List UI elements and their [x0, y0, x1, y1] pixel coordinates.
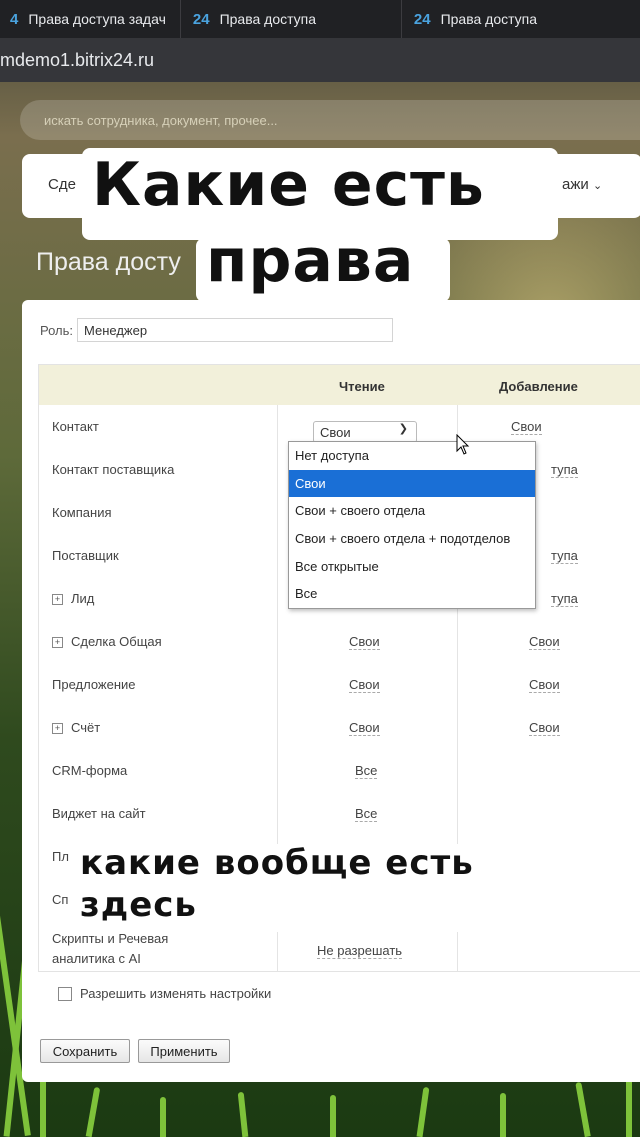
- caption-line-1: Какие есть: [92, 150, 485, 220]
- caption-line-3: какие вообще есть: [80, 843, 474, 883]
- allow-change-checkbox[interactable]: [58, 986, 72, 1001]
- row-label: Контакт: [52, 419, 99, 434]
- permission-dropdown-list: Нет доступа Свои Свои + своего отдела Св…: [288, 441, 536, 609]
- role-input[interactable]: Менеджер: [77, 318, 394, 342]
- browser-tab-bar: 4 Права доступа задач 24 Права доступа 2…: [0, 0, 640, 38]
- column-header-read: Чтение: [339, 379, 385, 394]
- row-label-text: Счёт: [71, 720, 101, 735]
- row-label: Контакт поставщика: [52, 462, 175, 477]
- allow-change-setting: Разрешить изменять настройки: [58, 986, 271, 1001]
- page-title: Права досту: [36, 248, 181, 276]
- tab-favicon-icon: 24: [192, 10, 210, 28]
- expand-icon[interactable]: +: [52, 594, 63, 605]
- table-row: Виджет на сайт Все: [39, 792, 640, 835]
- row-label: Поставщик: [52, 548, 119, 563]
- row-label: Сп: [52, 892, 69, 907]
- browser-tab-tasks-access[interactable]: 4 Права доступа задач: [0, 0, 181, 38]
- row-label-line: Скрипты и Речевая: [52, 931, 169, 946]
- table-header: Чтение Добавление: [39, 365, 640, 405]
- read-permission-link[interactable]: Не разрешать: [317, 943, 403, 959]
- read-permission-link[interactable]: Свои: [349, 677, 380, 693]
- row-label: + Счёт: [52, 720, 100, 735]
- add-permission-link[interactable]: тупа: [551, 591, 578, 607]
- row-label: Компания: [52, 505, 112, 520]
- tab-title: Права доступа: [440, 11, 538, 27]
- dropdown-option-selected[interactable]: Свои: [289, 469, 535, 498]
- read-permission-link[interactable]: Свои: [349, 634, 380, 650]
- table-row: Предложение Свои Свои: [39, 663, 640, 706]
- table-row: CRM-форма Все: [39, 749, 640, 792]
- tab-favicon-icon: 4: [10, 10, 19, 28]
- row-label-line: аналитика с AI: [52, 951, 141, 966]
- browser-tab-access-1[interactable]: 24 Права доступа: [181, 0, 402, 38]
- dropdown-option[interactable]: Все открытые: [289, 552, 535, 580]
- search-input[interactable]: [42, 111, 446, 129]
- chevron-down-icon: ❯: [398, 423, 408, 435]
- save-button[interactable]: Сохранить: [40, 1039, 130, 1063]
- apply-button[interactable]: Применить: [138, 1039, 230, 1063]
- caption-line-2: права: [206, 226, 415, 296]
- add-permission-link[interactable]: Свои: [511, 419, 542, 435]
- menu-item-deals[interactable]: Сде: [48, 176, 76, 193]
- tab-favicon-icon: 24: [413, 10, 431, 28]
- add-permission-link[interactable]: тупа: [551, 548, 578, 564]
- menu-item-sales[interactable]: ажи ⌄: [562, 176, 602, 193]
- row-label: Виджет на сайт: [52, 806, 146, 821]
- browser-tab-access-2[interactable]: 24 Права доступа: [402, 0, 551, 38]
- address-url: mdemo1.bitrix24.ru: [0, 49, 155, 70]
- read-permission-link[interactable]: Все: [355, 806, 378, 822]
- tab-title: Права доступа: [219, 11, 317, 27]
- chevron-down-icon: ⌄: [592, 180, 603, 192]
- table-row: + Счёт Свои Свои: [39, 706, 640, 749]
- read-permission-link[interactable]: Все: [355, 763, 378, 779]
- dropdown-option[interactable]: Нет доступа: [289, 442, 535, 470]
- dropdown-option[interactable]: Все: [289, 580, 535, 608]
- role-value: Менеджер: [84, 322, 148, 338]
- expand-icon[interactable]: +: [52, 723, 63, 734]
- row-label-text: Лид: [71, 591, 95, 606]
- row-label-text: Сделка Общая: [71, 634, 162, 649]
- role-label: Роль:: [40, 322, 74, 338]
- read-permission-link[interactable]: Свои: [349, 720, 380, 736]
- caption-line-4: здесь: [80, 885, 197, 925]
- table-row: + Сделка Общая Свои Свои: [39, 620, 640, 663]
- access-rights-panel: Роль: Менеджер Чтение Добавление Контакт…: [22, 300, 640, 1082]
- row-label: + Сделка Общая: [52, 634, 162, 649]
- add-permission-link[interactable]: Свои: [529, 634, 560, 650]
- read-permission-select[interactable]: Свои ❯: [313, 421, 417, 443]
- role-field: Роль: Менеджер: [40, 318, 394, 342]
- allow-change-label: Разрешить изменять настройки: [80, 986, 272, 1001]
- column-header-add: Добавление: [499, 379, 578, 394]
- dropdown-option[interactable]: Свои + своего отдела: [289, 497, 535, 525]
- row-label: Скрипты и Речевая аналитика с AI: [52, 929, 168, 969]
- address-bar[interactable]: mdemo1.bitrix24.ru: [0, 38, 640, 82]
- tab-title: Права доступа задач: [28, 11, 166, 27]
- row-label: Пл: [52, 849, 69, 864]
- row-label: + Лид: [52, 591, 94, 606]
- dropdown-option[interactable]: Свои + своего отдела + подотделов: [289, 525, 535, 553]
- expand-icon[interactable]: +: [52, 637, 63, 648]
- row-label: Предложение: [52, 677, 136, 692]
- portal-search: [20, 100, 640, 140]
- mouse-cursor-icon: [456, 434, 470, 455]
- menu-item-label: ажи: [562, 176, 589, 193]
- row-label: CRM-форма: [52, 763, 128, 778]
- add-permission-link[interactable]: Свои: [529, 720, 560, 736]
- select-value: Свои: [320, 424, 351, 440]
- add-permission-link[interactable]: тупа: [551, 462, 578, 478]
- add-permission-link[interactable]: Свои: [529, 677, 560, 693]
